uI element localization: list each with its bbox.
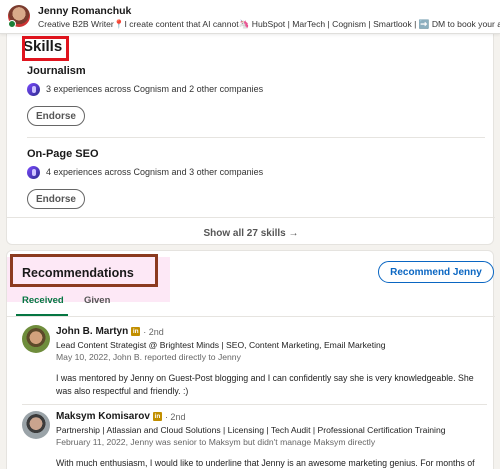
- connection-degree: · 2nd: [143, 326, 164, 337]
- profile-sticky-header: Jenny Romanchuk Creative B2B Writer📍I cr…: [0, 0, 500, 34]
- recommender-name[interactable]: Maksym Komisarov in · 2nd: [56, 411, 185, 422]
- linkedin-premium-icon: in: [152, 412, 162, 421]
- cognism-logo-icon: [27, 82, 40, 96]
- tab-given[interactable]: Given: [84, 295, 110, 306]
- show-all-skills-link[interactable]: Show all 27 skills →: [7, 228, 495, 239]
- linkedin-premium-icon: in: [131, 327, 141, 336]
- recommender-name-text[interactable]: Maksym Komisarov: [56, 411, 150, 422]
- skill-experience: 3 experiences across Cognism and 2 other…: [27, 81, 263, 97]
- avatar[interactable]: [22, 411, 50, 439]
- divider: [7, 217, 495, 218]
- endorse-button[interactable]: Endorse: [27, 106, 85, 126]
- skills-highlight-box: [22, 36, 69, 61]
- online-status-icon: [8, 20, 16, 28]
- recommendation-text: I was mentored by Jenny on Guest-Post bl…: [56, 373, 474, 396]
- recommender-title: Lead Content Strategist @ Brightest Mind…: [56, 340, 386, 350]
- recommender-name-text[interactable]: John B. Martyn: [56, 326, 128, 337]
- skills-card: Skills Journalism 3 experiences across C…: [6, 20, 495, 245]
- profile-headline: Creative B2B Writer📍I create content tha…: [38, 19, 500, 29]
- recommendation-meta: February 11, 2022, Jenny was senior to M…: [56, 437, 376, 447]
- recommendations-title: Recommendations: [22, 266, 134, 280]
- avatar[interactable]: [22, 325, 50, 353]
- skill-experience: 4 experiences across Cognism and 3 other…: [27, 164, 263, 180]
- profile-name: Jenny Romanchuk: [38, 5, 132, 17]
- cognism-logo-icon: [27, 165, 40, 179]
- tab-received[interactable]: Received: [22, 295, 64, 306]
- connection-degree: · 2nd: [164, 411, 186, 422]
- skill-name[interactable]: On-Page SEO: [27, 148, 99, 160]
- recommender-name[interactable]: John B. Martyn in · 2nd: [56, 326, 164, 337]
- recommendation-text: With much enthusiasm, I would like to un…: [56, 458, 475, 468]
- recommender-title: Partnership | Atlassian and Cloud Soluti…: [56, 425, 446, 435]
- recommendation-meta: May 10, 2022, John B. reported directly …: [56, 352, 241, 362]
- recommendations-card: Recommendations Recommend Jenny Received…: [6, 250, 495, 469]
- skill-experience-text: 3 experiences across Cognism and 2 other…: [46, 84, 264, 94]
- divider: [7, 316, 495, 317]
- recommend-button[interactable]: Recommend Jenny: [378, 261, 494, 283]
- skill-experience-text: 4 experiences across Cognism and 3 other…: [46, 167, 264, 177]
- endorse-button[interactable]: Endorse: [27, 189, 85, 209]
- divider: [27, 137, 485, 138]
- skill-name[interactable]: Journalism: [27, 65, 86, 77]
- divider: [22, 404, 487, 405]
